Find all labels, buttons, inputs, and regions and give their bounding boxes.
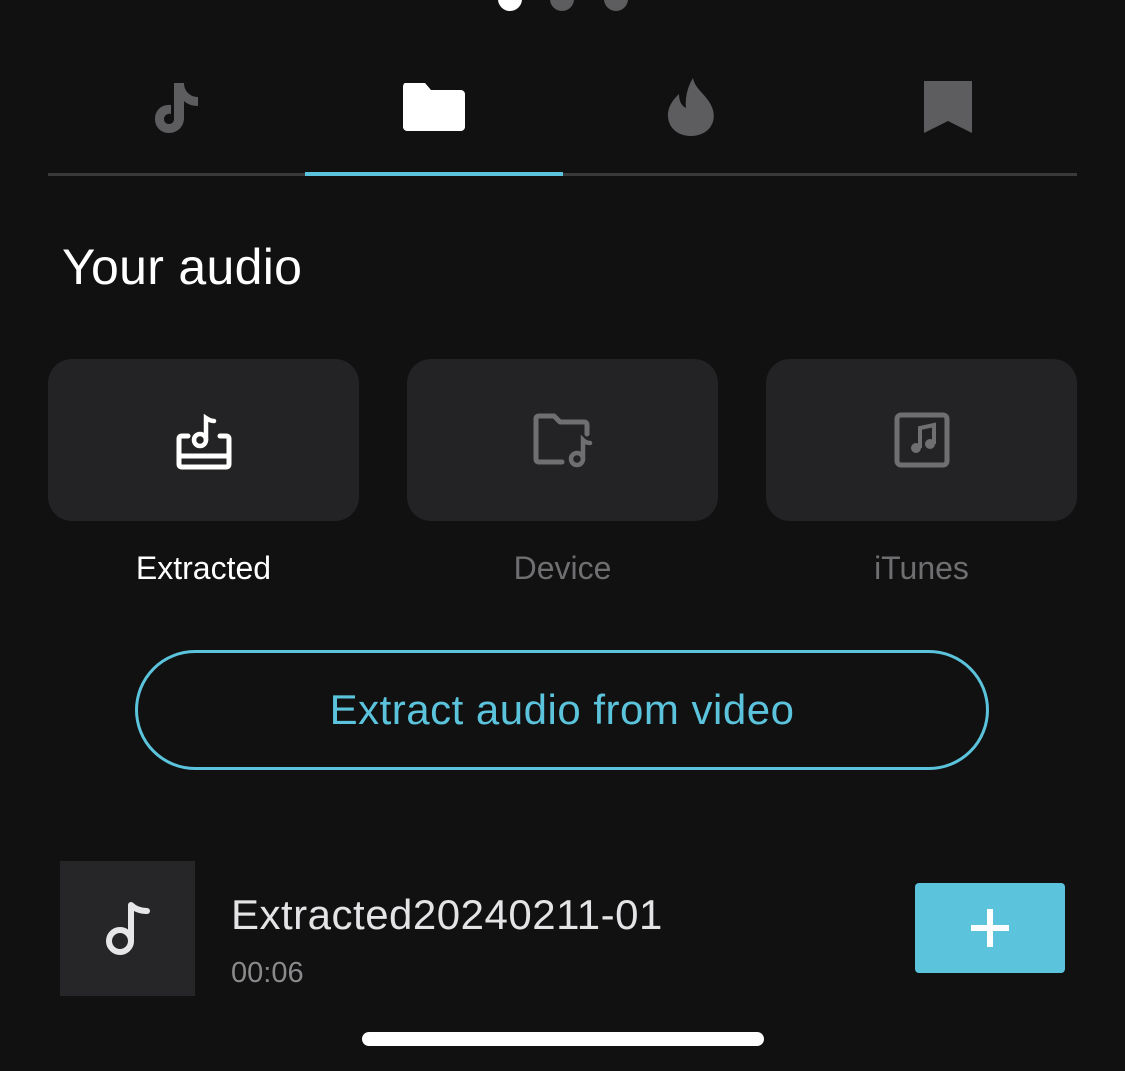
plus-icon [971, 909, 1009, 947]
source-extracted-card[interactable] [48, 359, 359, 521]
tiktok-icon [154, 83, 198, 133]
bookmark-icon [923, 81, 972, 133]
source-label-device: Device [513, 550, 612, 586]
add-audio-button[interactable] [915, 883, 1065, 973]
music-note-icon [105, 901, 150, 955]
audio-title: Extracted20240211-01 [231, 891, 663, 938]
tab-tiktok[interactable] [48, 60, 305, 176]
audio-duration: 00:06 [231, 957, 304, 989]
home-indicator[interactable] [362, 1032, 764, 1046]
tab-trending[interactable] [562, 60, 819, 176]
source-itunes-card[interactable] [766, 359, 1077, 521]
tab-saved[interactable] [819, 60, 1076, 176]
audio-tab-bar [48, 60, 1077, 176]
page-dot-3 [604, 0, 628, 11]
folder-music-icon [533, 413, 592, 468]
tab-active-indicator [305, 172, 563, 176]
tab-folder[interactable] [305, 60, 562, 176]
page-title: Your audio [62, 239, 303, 295]
page-dot-1 [498, 0, 522, 11]
page-dot-2 [550, 0, 574, 11]
folder-icon [402, 83, 465, 131]
source-label-itunes: iTunes [874, 550, 969, 586]
flame-icon [667, 78, 714, 136]
page-indicator [0, 0, 1125, 12]
itunes-music-icon [894, 412, 949, 468]
extracted-audio-icon [176, 413, 231, 470]
source-device-card[interactable] [407, 359, 718, 521]
extract-audio-button[interactable]: Extract audio from video [135, 650, 989, 770]
audio-thumbnail [60, 861, 195, 996]
list-item[interactable]: Extracted20240211-01 00:06 [60, 861, 1065, 996]
source-label-extracted: Extracted [135, 550, 272, 586]
